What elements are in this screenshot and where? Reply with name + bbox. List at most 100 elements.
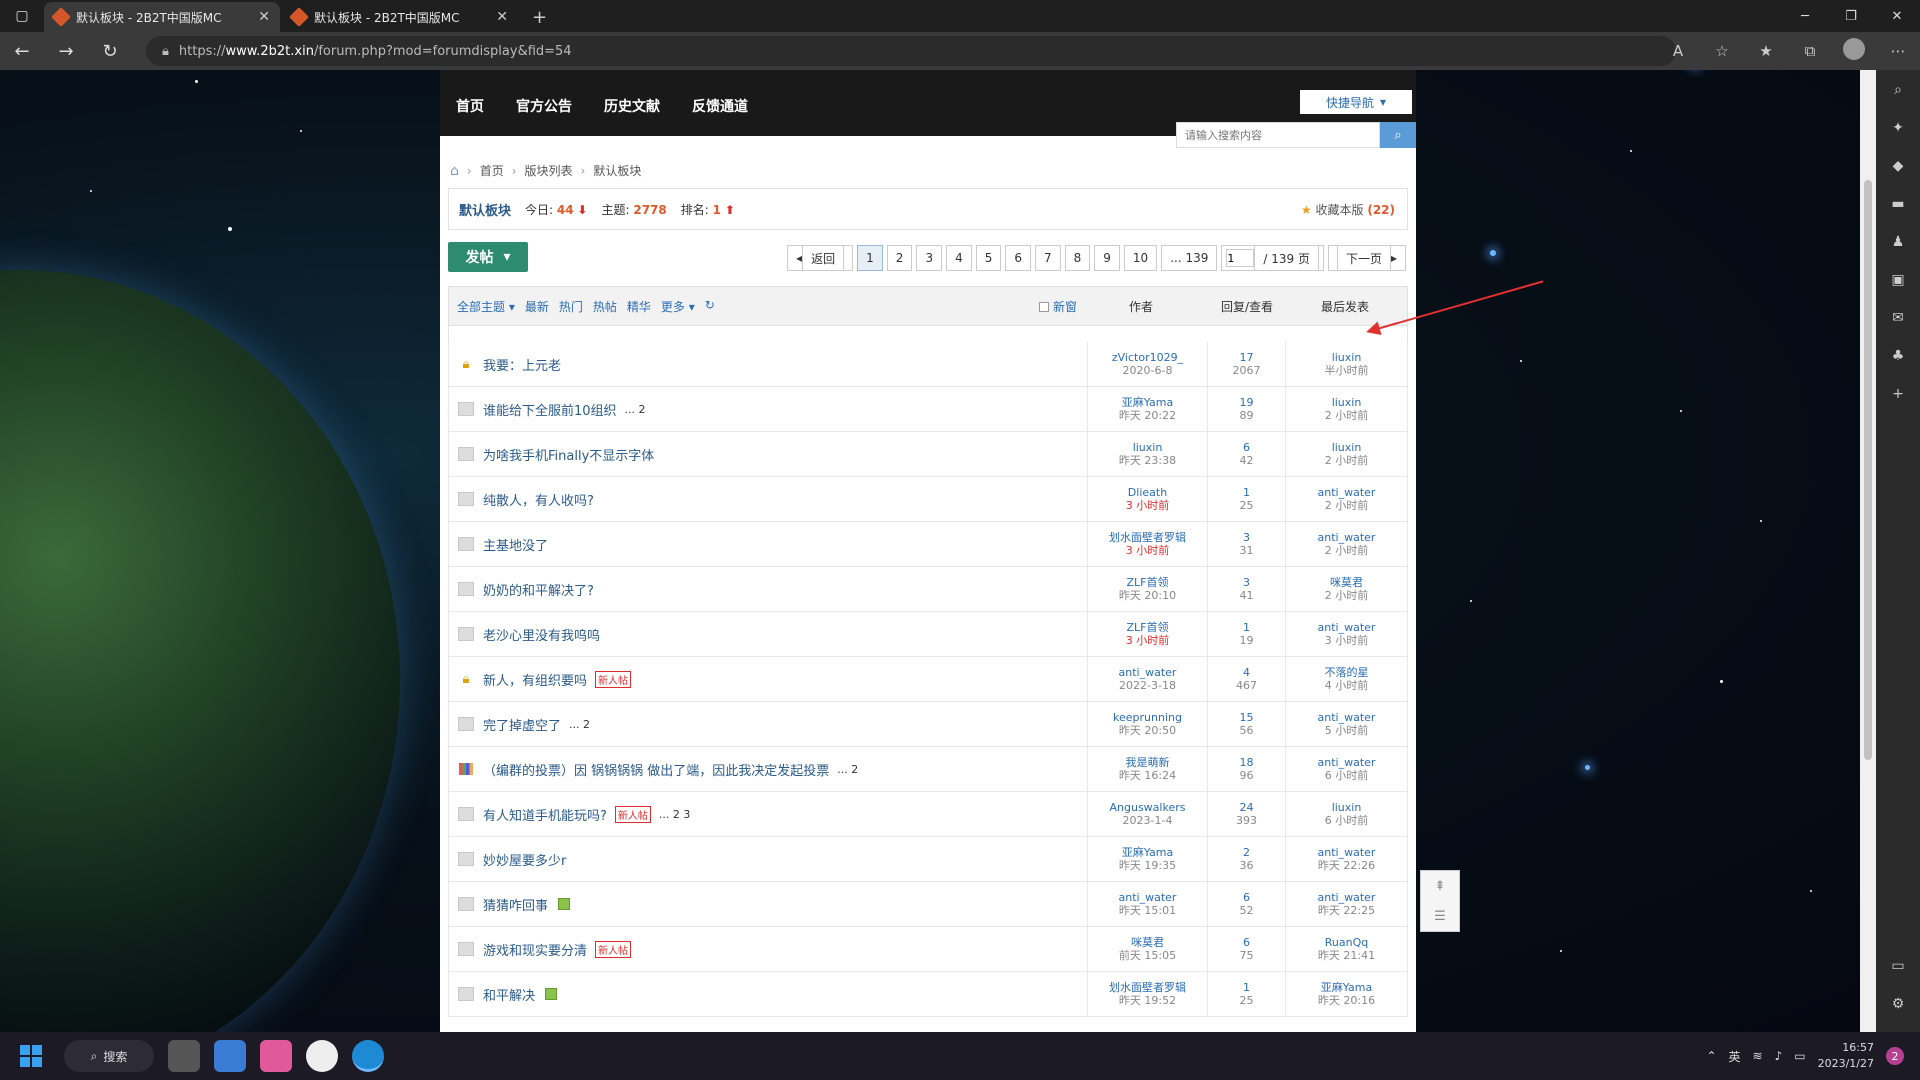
thread-pages[interactable]: ... 2 xyxy=(837,763,858,776)
page-1[interactable]: 1 xyxy=(857,245,883,271)
page-6[interactable]: 6 xyxy=(1005,245,1031,271)
profile-avatar[interactable] xyxy=(1832,38,1876,64)
list-icon[interactable]: ☰ xyxy=(1434,909,1446,924)
bilibili-icon[interactable] xyxy=(260,1040,292,1072)
author-link[interactable]: 亚麻Yama xyxy=(1122,396,1173,409)
thread-pages[interactable]: ... 2 xyxy=(625,403,646,416)
more-menu-icon[interactable]: ⋯ xyxy=(1876,42,1920,60)
last-poster-link[interactable]: anti_water xyxy=(1318,846,1376,859)
search-icon[interactable]: ⌕ xyxy=(1894,82,1902,98)
clock[interactable]: 16:57 2023/1/27 xyxy=(1818,1040,1874,1072)
last-poster-link[interactable]: 不落的星 xyxy=(1325,666,1369,679)
last-poster-link[interactable]: anti_water xyxy=(1318,711,1376,724)
last-poster-link[interactable]: 咪莫君 xyxy=(1330,576,1363,589)
read-aloud-icon[interactable]: A xyxy=(1656,42,1700,60)
tag-icon[interactable]: ◆ xyxy=(1893,158,1904,174)
tab-actions-icon[interactable]: ▢ xyxy=(0,0,44,32)
games-icon[interactable]: ♟ xyxy=(1892,234,1905,250)
thread-icon-cell[interactable] xyxy=(449,522,483,566)
last-post-time[interactable]: 昨天 22:25 xyxy=(1318,904,1375,917)
filter-all[interactable]: 全部主题 ▾ xyxy=(457,298,515,315)
last-poster-link[interactable]: liuxin xyxy=(1332,801,1362,814)
thread-pages[interactable]: ... 2 xyxy=(569,718,590,731)
last-post-time[interactable]: 2 小时前 xyxy=(1325,544,1369,557)
gear-icon[interactable]: ⚙ xyxy=(1892,996,1905,1012)
thread-title-link[interactable]: 游戏和现实要分清 xyxy=(483,940,587,959)
new-post-button[interactable]: 发帖 ▾ xyxy=(448,242,528,272)
breadcrumb-home[interactable]: 首页 xyxy=(480,162,504,179)
thread-icon-cell[interactable]: 🔒︎ xyxy=(449,657,483,701)
edge-browser-icon[interactable] xyxy=(352,1040,384,1072)
tab-close-icon[interactable]: ✕ xyxy=(496,9,508,25)
nav-home[interactable]: 首页 xyxy=(456,96,484,116)
last-post-time[interactable]: 3 小时前 xyxy=(1325,634,1369,647)
new-window-checkbox[interactable]: 新窗 xyxy=(1039,298,1077,315)
author-link[interactable]: anti_water xyxy=(1119,891,1177,904)
last-post-time[interactable]: 2 小时前 xyxy=(1325,589,1369,602)
qq-icon[interactable] xyxy=(306,1040,338,1072)
minimize-icon[interactable]: ─ xyxy=(1782,0,1828,32)
home-icon[interactable]: ⌂ xyxy=(450,163,459,179)
thread-title-link[interactable]: 主基地没了 xyxy=(483,535,548,554)
filter-more[interactable]: 更多 ▾ xyxy=(661,298,695,315)
last-poster-link[interactable]: anti_water xyxy=(1318,621,1376,634)
author-link[interactable]: 我是萌新 xyxy=(1126,756,1170,769)
last-poster-link[interactable]: RuanQq xyxy=(1325,936,1368,949)
thread-title-link[interactable]: 有人知道手机能玩吗? xyxy=(483,805,607,824)
filter-hot-posts[interactable]: 热帖 xyxy=(593,298,617,315)
page-7[interactable]: 7 xyxy=(1035,245,1061,271)
search-icon[interactable]: ⌕ xyxy=(1380,122,1416,148)
last-poster-link[interactable]: liuxin xyxy=(1332,351,1362,364)
forward-icon[interactable]: → xyxy=(44,41,88,62)
quick-nav-button[interactable]: 快捷导航 ▾ xyxy=(1300,90,1412,114)
address-bar[interactable]: 🔒︎ https://www.2b2t.xin/forum.php?mod=fo… xyxy=(146,36,1676,66)
last-post-time[interactable]: 5 小时前 xyxy=(1325,724,1369,737)
last-post-time[interactable]: 2 小时前 xyxy=(1325,454,1369,467)
last-post-time[interactable]: 6 小时前 xyxy=(1325,814,1369,827)
thread-title-link[interactable]: 和平解决 xyxy=(483,985,535,1004)
page-5[interactable]: 5 xyxy=(975,245,1002,271)
task-view-icon[interactable] xyxy=(168,1040,200,1072)
thread-title-link[interactable]: 完了掉虚空了 xyxy=(483,715,561,734)
nav-announcements[interactable]: 官方公告 xyxy=(516,96,572,116)
thread-title-link[interactable]: 我要：上元老 xyxy=(483,355,561,374)
thread-title-link[interactable]: 谁能给下全服前10组织 xyxy=(483,400,617,419)
thread-title-link[interactable]: （编群的投票）因 锅锅锅锅 做出了端，因此我决定发起投票 xyxy=(483,760,829,779)
page-4[interactable]: 4 xyxy=(946,245,972,271)
page-10[interactable]: 10 xyxy=(1123,245,1158,271)
page-2[interactable]: 2 xyxy=(886,245,913,271)
thread-icon-cell[interactable] xyxy=(449,927,483,971)
last-post-time[interactable]: 6 小时前 xyxy=(1325,769,1369,782)
copilot-icon[interactable]: ✦ xyxy=(1892,120,1904,136)
last-poster-link[interactable]: anti_water xyxy=(1318,486,1376,499)
thread-icon-cell[interactable] xyxy=(449,612,483,656)
battery-icon[interactable]: ▭ xyxy=(1794,1049,1805,1063)
thread-title-link[interactable]: 纯散人，有人收吗? xyxy=(483,490,594,509)
last-poster-link[interactable]: anti_water xyxy=(1318,891,1376,904)
taskbar-search[interactable]: ⌕ 搜索 xyxy=(64,1040,154,1072)
author-link[interactable]: keeprunning xyxy=(1113,711,1182,724)
last-poster-link[interactable]: anti_water xyxy=(1318,756,1376,769)
author-link[interactable]: zVictor1029_ xyxy=(1112,351,1183,364)
last-post-time[interactable]: 半小时前 xyxy=(1325,364,1369,377)
thread-icon-cell[interactable] xyxy=(449,882,483,926)
pager-back-button[interactable]: ◂ 返回 xyxy=(787,245,854,271)
toolbox-icon[interactable]: ▬ xyxy=(1891,196,1904,212)
thread-title-link[interactable]: 猜猜咋回事 xyxy=(483,895,548,914)
thread-icon-cell[interactable]: 🔒︎ xyxy=(449,342,483,386)
new-tab-icon[interactable]: + xyxy=(520,2,559,32)
thread-title-link[interactable]: 妙妙屋要多少r xyxy=(483,850,566,869)
page-last[interactable]: ... 139 xyxy=(1161,245,1218,271)
add-icon[interactable]: + xyxy=(1892,386,1904,402)
notification-badge[interactable]: 2 xyxy=(1886,1047,1904,1065)
author-link[interactable]: 划水面壁者罗辑 xyxy=(1109,981,1186,994)
last-post-time[interactable]: 2 小时前 xyxy=(1325,499,1369,512)
back-icon[interactable]: ← xyxy=(0,41,44,62)
thread-icon-cell[interactable] xyxy=(449,747,483,791)
nav-feedback[interactable]: 反馈通道 xyxy=(692,96,748,116)
page-3[interactable]: 3 xyxy=(916,245,943,271)
filter-hot[interactable]: 热门 xyxy=(559,298,583,315)
favorite-forum-button[interactable]: ★ 收藏本版 (22) xyxy=(1301,201,1395,218)
chevron-up-icon[interactable]: ⌃ xyxy=(1706,1049,1716,1063)
volume-icon[interactable]: ♪ xyxy=(1775,1049,1783,1063)
